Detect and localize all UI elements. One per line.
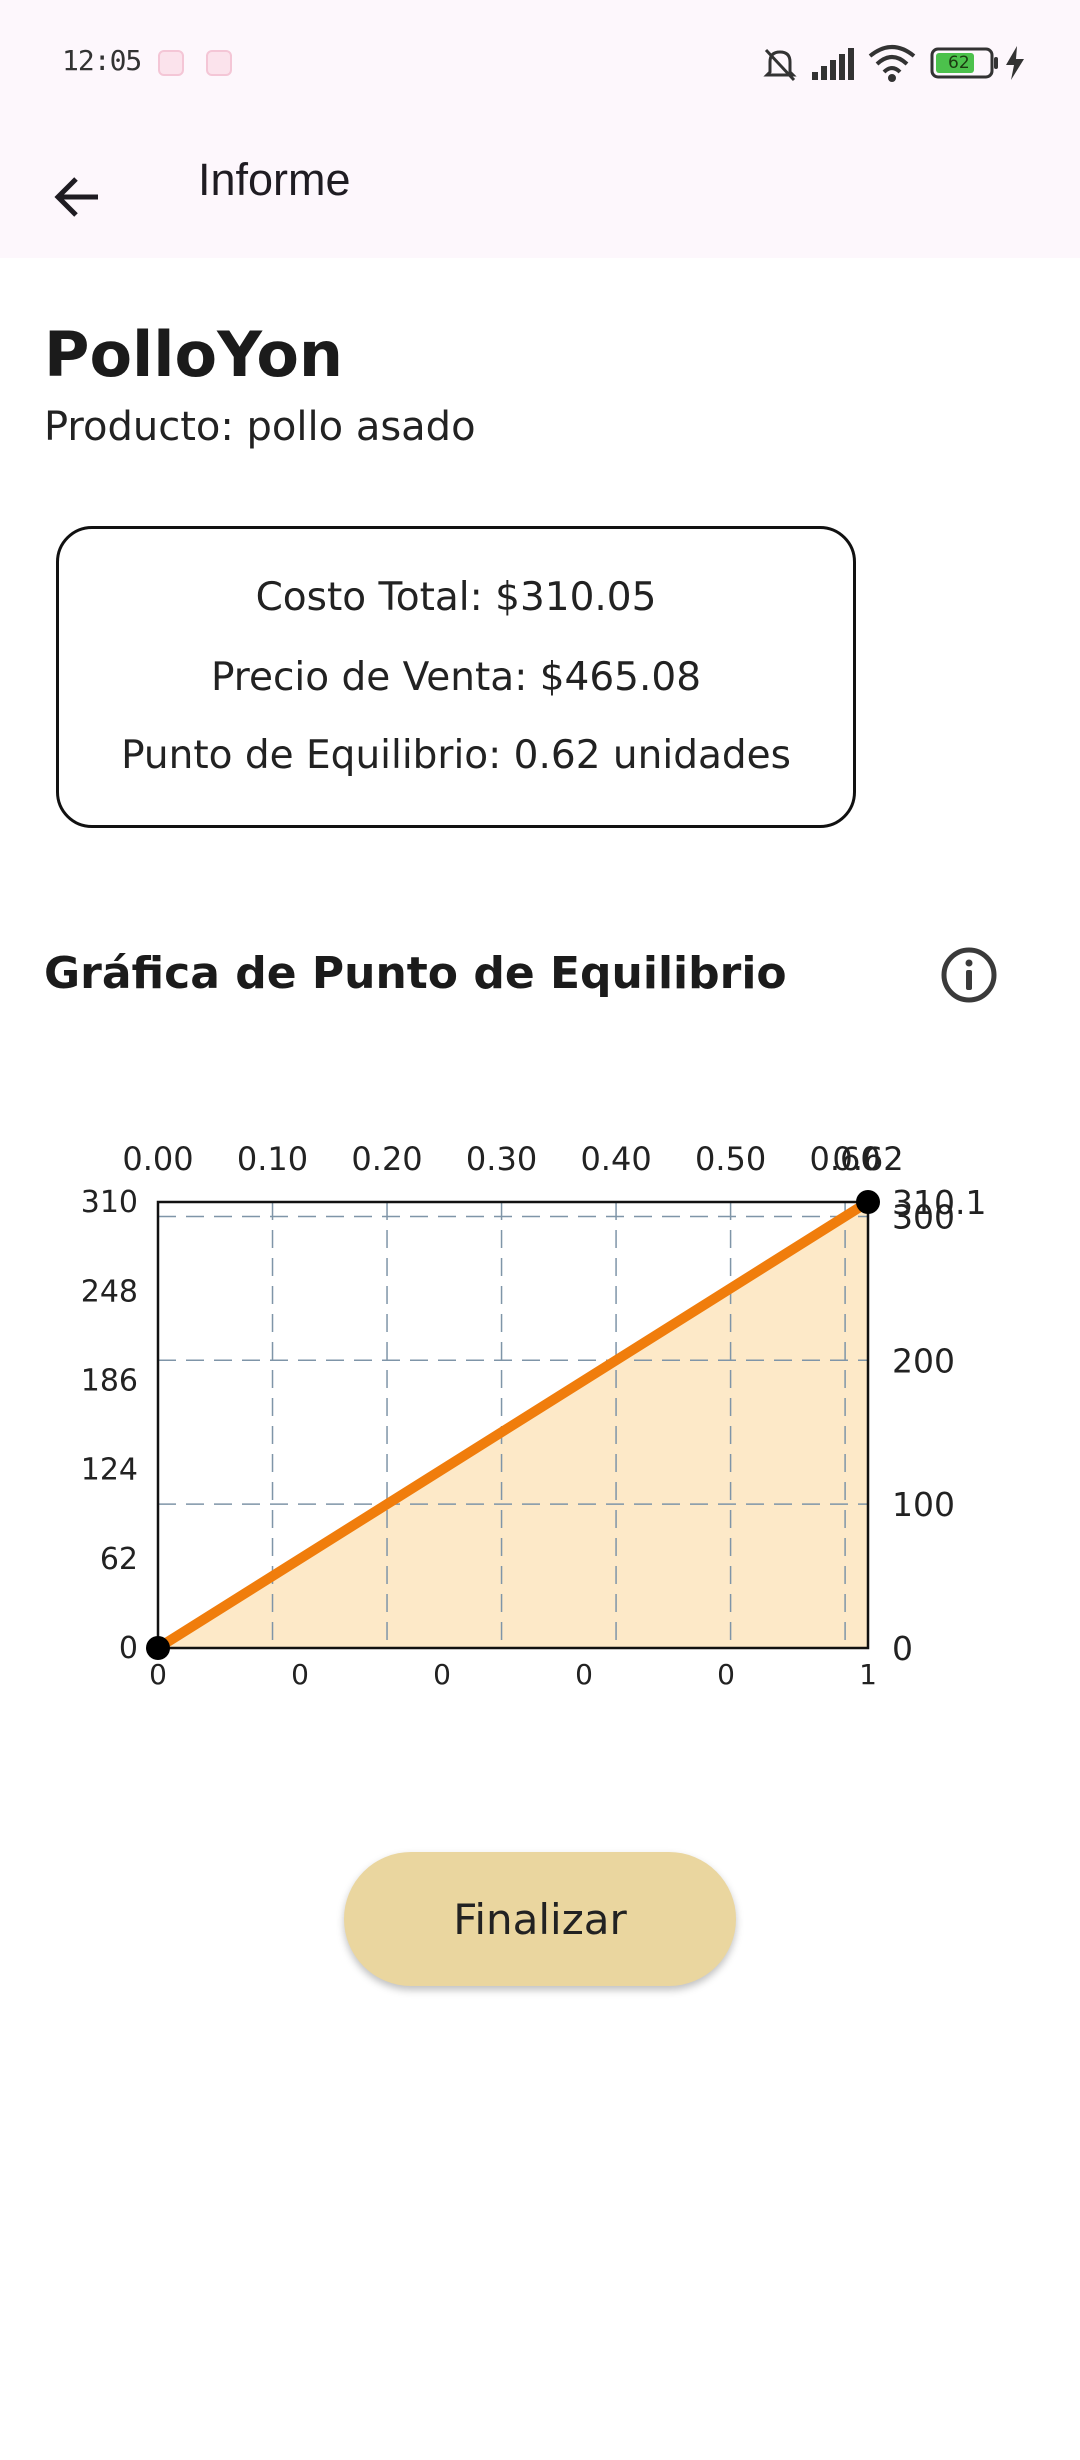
top-x-tick-label: 0.50 — [695, 1140, 766, 1178]
breakeven-chart: 0.00 0.10 0.20 0.30 0.40 0.50 0.600.6206212418… — [81, 1140, 987, 1691]
bottom-x-tick-label: 0 — [291, 1658, 309, 1691]
top-x-tick-label: 0.62 — [832, 1140, 903, 1178]
charging-bolt-icon — [1006, 46, 1024, 80]
right-y-tick-label: 0 — [892, 1629, 913, 1668]
bell-muted-icon — [763, 48, 797, 82]
company-name: PolloYon — [44, 318, 344, 391]
product-name: Producto: pollo asado — [44, 404, 476, 450]
notification-app-icon — [158, 50, 184, 76]
right-y-tick-label: 310.1 — [892, 1183, 986, 1222]
left-y-tick-label: 310 — [81, 1185, 138, 1220]
back-button[interactable] — [40, 160, 114, 234]
data-point — [146, 1636, 170, 1660]
arrow-back-icon — [54, 177, 98, 217]
left-y-tick-label: 248 — [81, 1274, 138, 1309]
top-x-tick-label: 0.40 — [580, 1140, 651, 1178]
top-x-tick-label: 0.20 — [351, 1140, 422, 1178]
status-bar: 12:05 62 — [0, 0, 1080, 128]
summary-card: Costo Total: $310.05 Precio de Venta: $4… — [56, 526, 856, 828]
battery-level: 62 — [948, 53, 970, 73]
data-point — [856, 1190, 880, 1214]
notification-app-icon — [206, 50, 232, 76]
app-bar: Informe — [0, 128, 1080, 258]
chart-title: Gráfica de Punto de Equilibrio — [44, 948, 787, 999]
wifi-icon — [868, 45, 916, 82]
right-y-tick-label: 200 — [892, 1341, 955, 1380]
bottom-x-tick-label: 0 — [149, 1658, 167, 1691]
app-title: Informe — [198, 154, 351, 205]
bottom-x-tick-label: 0 — [575, 1658, 593, 1691]
top-x-tick-label: 0.00 — [122, 1140, 193, 1178]
bottom-x-tick-label: 0 — [717, 1658, 735, 1691]
left-y-tick-label: 124 — [81, 1453, 138, 1488]
info-icon — [941, 947, 997, 1003]
signal-icon — [812, 48, 854, 80]
left-y-tick-label: 62 — [100, 1542, 138, 1577]
bottom-x-tick-label: 1 — [859, 1658, 877, 1691]
top-x-tick-label: 0.10 — [237, 1140, 308, 1178]
sale-price-text: Precio de Venta: $465.08 — [210, 655, 702, 700]
left-y-tick-label: 186 — [81, 1363, 138, 1398]
finish-button[interactable]: Finalizar — [344, 1852, 736, 1986]
right-y-tick-label: 100 — [892, 1485, 955, 1524]
status-time: 12:05 — [62, 44, 142, 77]
left-y-tick-label: 0 — [119, 1631, 138, 1666]
total-cost-text: Costo Total: $310.05 — [255, 575, 657, 620]
breakeven-text: Punto de Equilibrio: 0.62 unidades — [121, 733, 791, 778]
top-x-tick-label: 0.30 — [466, 1140, 537, 1178]
bottom-x-tick-label: 0 — [433, 1658, 451, 1691]
info-button[interactable] — [940, 946, 998, 1004]
